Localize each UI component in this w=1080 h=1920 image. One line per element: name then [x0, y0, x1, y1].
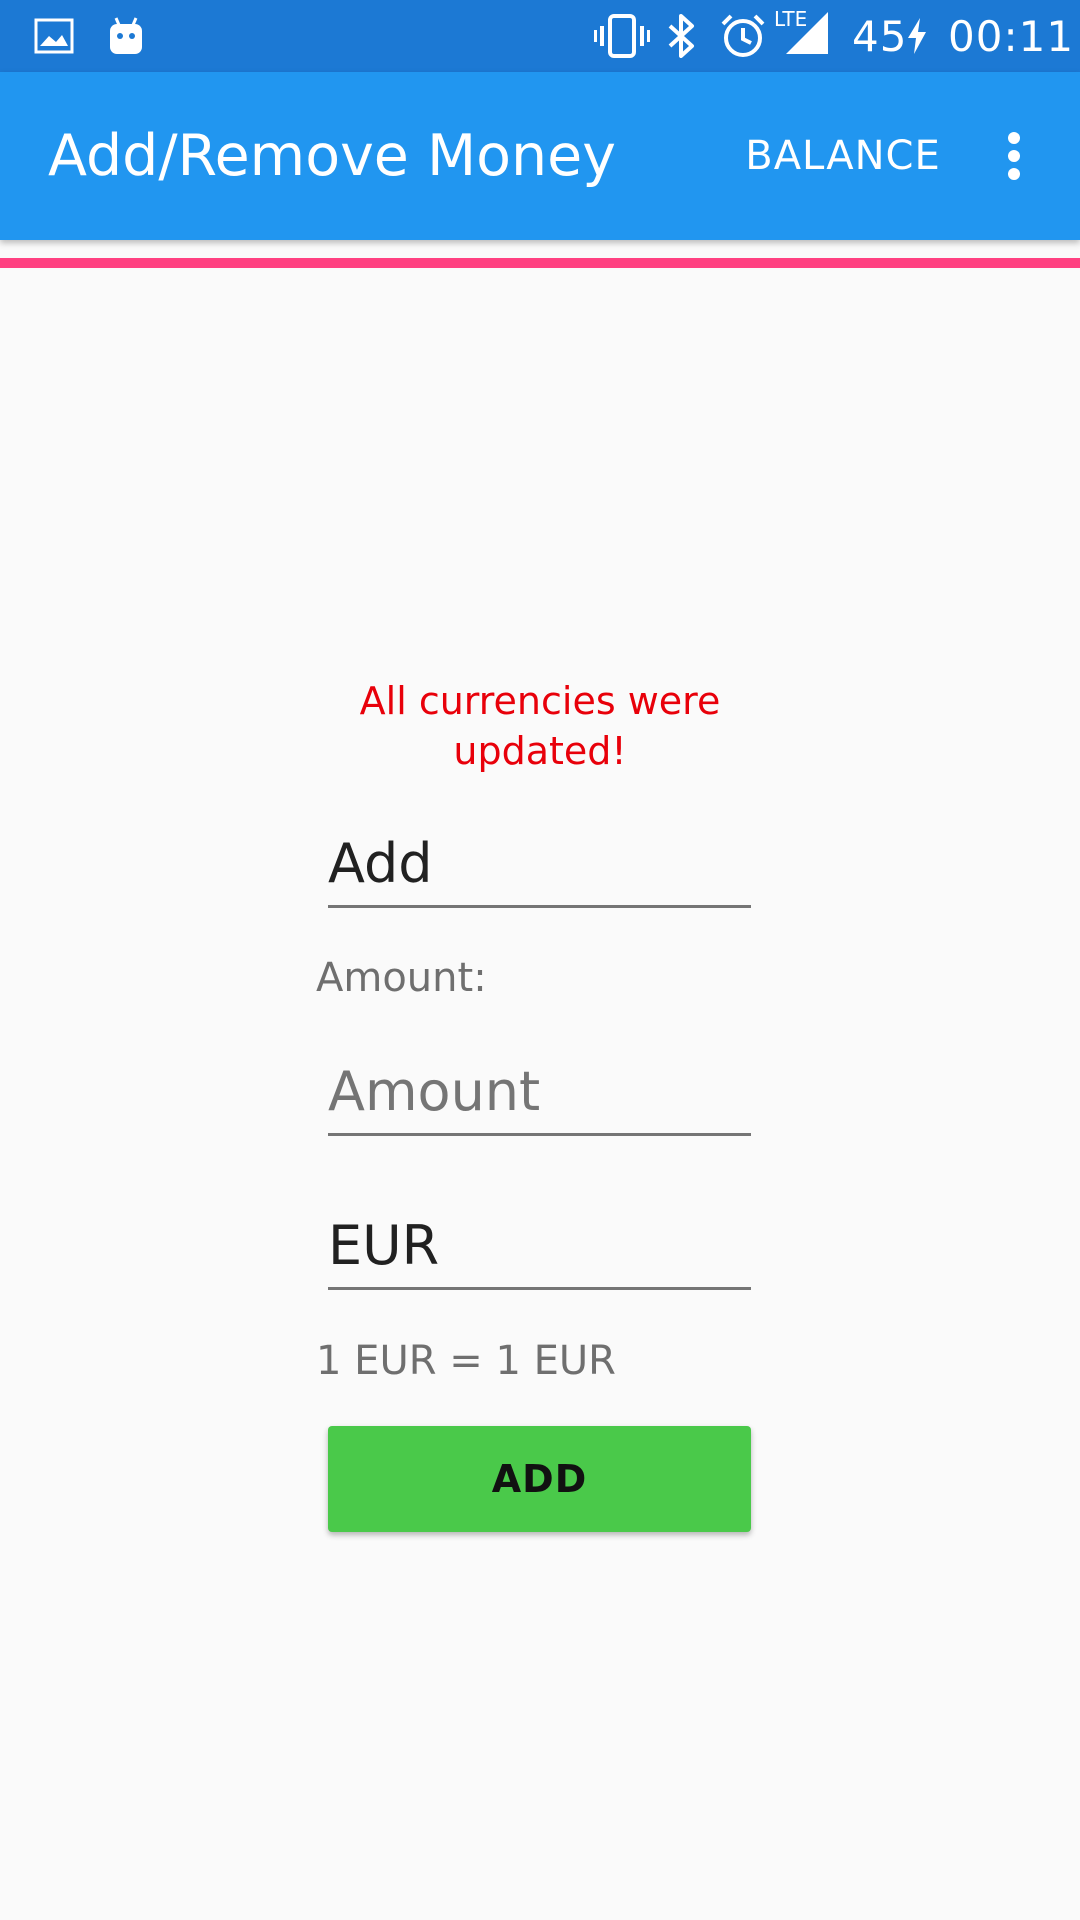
- clock: 00:11: [948, 11, 1075, 61]
- battery-level: 45: [852, 11, 908, 61]
- add-button[interactable]: ADD: [328, 1426, 751, 1532]
- exchange-rate-text: 1 EUR = 1 EUR: [316, 1338, 616, 1384]
- operation-spinner[interactable]: Add: [328, 822, 751, 908]
- status-message: All currencies were updated!: [359, 679, 721, 773]
- vibrate-icon: [594, 14, 650, 58]
- status-bar: LTE 45 00:11: [0, 0, 1080, 72]
- balance-button[interactable]: BALANCE: [728, 112, 958, 200]
- android-icon: [106, 14, 146, 58]
- image-icon: [34, 14, 74, 58]
- lte-label: LTE: [774, 7, 808, 31]
- currency-spinner[interactable]: EUR: [328, 1204, 751, 1290]
- alarm-icon: [720, 14, 766, 58]
- charging-icon: [906, 14, 928, 58]
- amount-input[interactable]: Amount: [328, 1050, 751, 1136]
- app-bar: Add/Remove Money BALANCE: [0, 72, 1080, 240]
- bluetooth-icon: [666, 14, 698, 58]
- amount-label: Amount:: [316, 955, 487, 1001]
- page-title: Add/Remove Money: [48, 123, 616, 189]
- more-vert-icon[interactable]: [984, 112, 1044, 200]
- accent-divider: [0, 258, 1080, 268]
